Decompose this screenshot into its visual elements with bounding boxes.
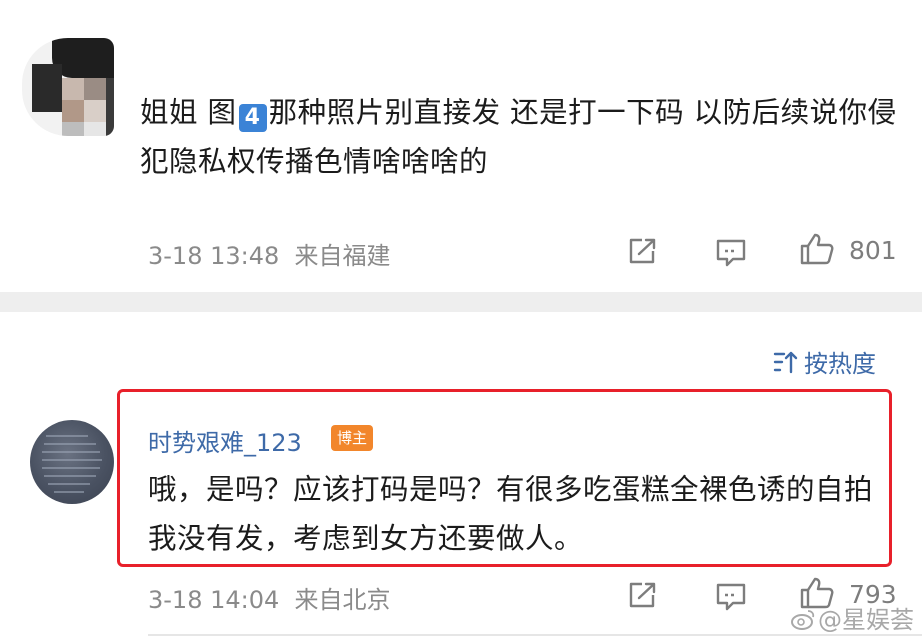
number-emoji-badge: 4: [238, 104, 267, 132]
sort-toggle[interactable]: 按热度: [772, 344, 876, 381]
like-icon[interactable]: [799, 232, 835, 270]
comment-text: 哦，是吗？应该打码是吗？有很多吃蛋糕全裸色诱的自拍我没有发，考虑到女方还要做人。: [148, 473, 874, 555]
bottom-divider: [148, 634, 922, 636]
avatar[interactable]: [22, 38, 114, 136]
like-count: 801: [849, 236, 897, 265]
username[interactable]: 时势艰难_123: [148, 423, 302, 458]
location: 来自福建: [294, 242, 391, 270]
comment-meta: 3-18 13:48 来自福建: [148, 236, 391, 271]
comment-icon[interactable]: [715, 238, 747, 272]
weibo-icon: [790, 608, 816, 636]
timestamp: 3-18 13:48: [148, 242, 280, 270]
location: 来自北京: [294, 586, 391, 614]
author-badge: 博主: [331, 425, 374, 451]
comment-text-part: 姐姐 图: [140, 96, 237, 129]
share-icon[interactable]: [628, 581, 658, 613]
comment-text: 姐姐 图 4 那种照片别直接发 还是打一下码 以防后续说你侵犯隐私权传播色情啥啥啥的: [140, 88, 910, 186]
watermark-text: @星娱荟: [818, 606, 914, 634]
watermark: @星娱荟: [790, 600, 914, 636]
avatar[interactable]: [30, 420, 114, 504]
section-divider: [0, 292, 922, 312]
share-icon[interactable]: [628, 237, 658, 269]
sort-icon: [772, 349, 800, 381]
timestamp: 3-18 14:04: [148, 586, 280, 614]
comment-meta: 3-18 14:04 来自北京: [148, 580, 391, 615]
sort-label: 按热度: [804, 350, 876, 378]
comment-icon[interactable]: [715, 582, 747, 616]
